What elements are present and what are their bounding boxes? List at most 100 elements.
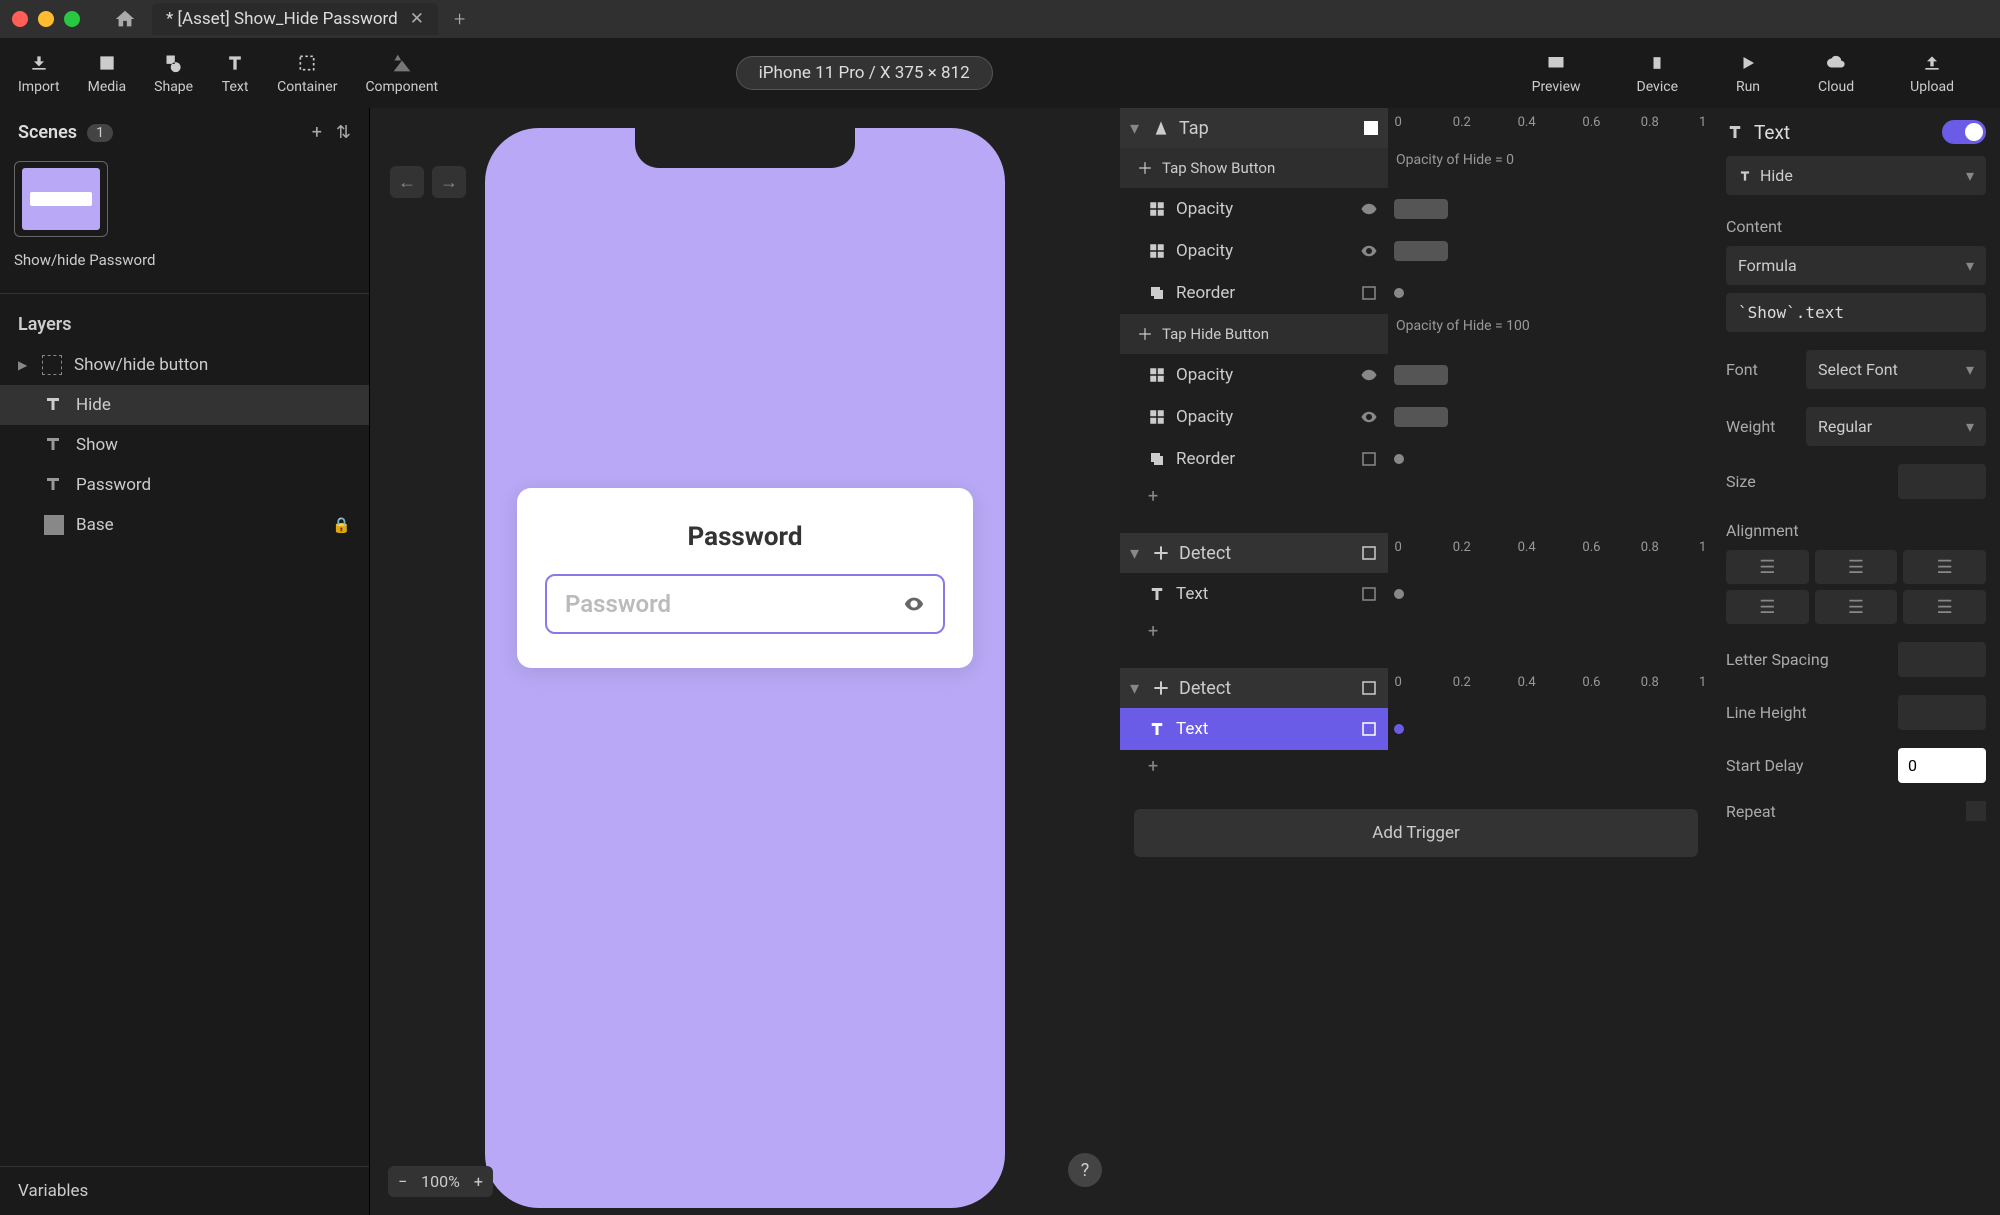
formula-input[interactable]: `Show`.text — [1726, 293, 1986, 332]
enable-toggle[interactable] — [1942, 120, 1986, 144]
left-sidebar: Scenes 1 + ⇅ Show/hide Password Layers ▶… — [0, 108, 370, 1215]
device-frame: Password Password — [485, 128, 1005, 1208]
target-select[interactable]: Hide▾ — [1726, 156, 1986, 195]
add-tab-button[interactable]: + — [454, 7, 465, 31]
detect-trigger-header[interactable]: ▾Detect — [1120, 668, 1388, 708]
size-input[interactable] — [1898, 464, 1986, 499]
align-center-button[interactable]: ☰ — [1815, 550, 1898, 584]
text-button[interactable]: Text — [221, 51, 249, 95]
layer-label: Show — [76, 435, 118, 455]
cloud-button[interactable]: Cloud — [1818, 51, 1854, 95]
layer-password[interactable]: Password — [0, 465, 369, 505]
reorder-row[interactable]: Reorder — [1120, 272, 1388, 314]
add-response-button[interactable]: + — [1120, 480, 1712, 513]
repeat-label: Repeat — [1726, 802, 1776, 821]
eye-icon — [1360, 242, 1378, 260]
shape-label: Shape — [154, 79, 193, 95]
layer-label: Show/hide button — [74, 355, 208, 375]
tap-hide-label: Tap Hide Button — [1162, 325, 1269, 343]
run-label: Run — [1736, 79, 1760, 95]
device-selector[interactable]: iPhone 11 Pro / X 375 × 812 — [736, 56, 993, 90]
document-tab[interactable]: * [Asset] Show_Hide Password ✕ — [152, 3, 438, 35]
lock-icon: 🔒 — [332, 516, 351, 534]
timeline-panel: ▾Tap 00.20.40.60.81 Tap Show ButtonOpaci… — [1120, 108, 1712, 1215]
reorder-icon — [1360, 450, 1378, 468]
align-right-button[interactable]: ☰ — [1903, 550, 1986, 584]
formula-select[interactable]: Formula▾ — [1726, 246, 1986, 285]
home-icon[interactable] — [114, 8, 136, 30]
opacity-row[interactable]: Opacity — [1120, 354, 1388, 396]
zoom-value: 100% — [421, 1172, 460, 1191]
variables-section[interactable]: Variables — [0, 1166, 369, 1215]
align-middle-button[interactable]: ☰ — [1815, 590, 1898, 624]
upload-button[interactable]: Upload — [1910, 51, 1954, 95]
shape-button[interactable]: Shape — [154, 51, 193, 95]
component-button[interactable]: Component — [365, 51, 438, 95]
tap-show-button-header[interactable]: Tap Show Button — [1120, 148, 1388, 188]
help-button[interactable]: ? — [1068, 1153, 1102, 1187]
device-button[interactable]: Device — [1637, 51, 1678, 95]
container-button[interactable]: Container — [277, 51, 337, 95]
detect-label: Detect — [1179, 678, 1231, 699]
eye-off-icon — [1360, 366, 1378, 384]
nav-forward-button[interactable]: → — [432, 166, 466, 198]
start-delay-input[interactable] — [1898, 748, 1986, 783]
opacity-row[interactable]: Opacity — [1120, 230, 1388, 272]
layer-hide[interactable]: Hide — [0, 385, 369, 425]
tab-title: * [Asset] Show_Hide Password — [166, 9, 398, 29]
add-response-button[interactable]: + — [1120, 750, 1712, 783]
upload-label: Upload — [1910, 79, 1954, 95]
sort-scenes-icon[interactable]: ⇅ — [336, 122, 351, 143]
zoom-control[interactable]: −100% + — [388, 1166, 493, 1197]
scenes-count: 1 — [87, 124, 113, 142]
text-row[interactable]: Text — [1120, 573, 1388, 615]
align-top-button[interactable]: ☰ — [1726, 590, 1809, 624]
phone-notch — [635, 128, 855, 168]
layer-show[interactable]: Show — [0, 425, 369, 465]
window-minimize[interactable] — [38, 11, 54, 27]
layer-base[interactable]: Base 🔒 — [0, 505, 369, 545]
reorder-row[interactable]: Reorder — [1120, 438, 1388, 480]
opacity-row[interactable]: Opacity — [1120, 188, 1388, 230]
media-label: Media — [88, 79, 127, 95]
align-bottom-button[interactable]: ☰ — [1903, 590, 1986, 624]
run-button[interactable]: Run — [1734, 51, 1762, 95]
note-hide-0: Opacity of Hide = 0 — [1388, 148, 1522, 188]
line-height-input[interactable] — [1898, 695, 1986, 730]
window-maximize[interactable] — [64, 11, 80, 27]
password-field[interactable]: Password — [545, 574, 945, 634]
tap-hide-button-header[interactable]: Tap Hide Button — [1120, 314, 1388, 354]
toolbar: Import Media Shape Text Container Compon… — [0, 38, 2000, 108]
align-left-button[interactable]: ☰ — [1726, 550, 1809, 584]
import-button[interactable]: Import — [18, 51, 60, 95]
window-close[interactable] — [12, 11, 28, 27]
canvas[interactable]: ← → Password Password −100% + ? — [370, 108, 1120, 1215]
nav-back-button[interactable]: ← — [390, 166, 424, 198]
eye-icon[interactable] — [903, 593, 925, 615]
letter-spacing-input[interactable] — [1898, 642, 1986, 677]
preview-button[interactable]: Preview — [1532, 51, 1581, 95]
password-card: Password Password — [517, 488, 973, 668]
scene-thumbnail[interactable] — [14, 161, 108, 237]
weight-select[interactable]: Regular▾ — [1806, 407, 1986, 446]
layer-label: Base — [76, 515, 114, 535]
layer-show-hide-button[interactable]: ▶Show/hide button — [0, 345, 369, 385]
add-trigger-button[interactable]: Add Trigger — [1134, 809, 1698, 857]
opacity-row[interactable]: Opacity — [1120, 396, 1388, 438]
zoom-in-icon[interactable]: + — [474, 1172, 483, 1191]
add-response-button[interactable]: + — [1120, 615, 1712, 648]
detect-trigger-header[interactable]: ▾Detect — [1120, 533, 1388, 573]
inspector-panel: Text Hide▾ Content Formula▾ `Show`.text … — [1712, 108, 2000, 1215]
font-select[interactable]: Select Font▾ — [1806, 350, 1986, 389]
line-height-label: Line Height — [1726, 703, 1807, 722]
add-scene-icon[interactable]: + — [312, 122, 322, 143]
text-row-selected[interactable]: Text — [1120, 708, 1388, 750]
tap-trigger-header[interactable]: ▾Tap — [1120, 108, 1388, 148]
layers-title: Layers — [0, 293, 369, 345]
zoom-out-icon[interactable]: − — [398, 1172, 407, 1191]
font-label: Font — [1726, 360, 1758, 379]
media-button[interactable]: Media — [88, 51, 127, 95]
repeat-checkbox[interactable] — [1966, 801, 1986, 821]
close-icon[interactable]: ✕ — [410, 9, 424, 29]
size-label: Size — [1726, 472, 1756, 491]
